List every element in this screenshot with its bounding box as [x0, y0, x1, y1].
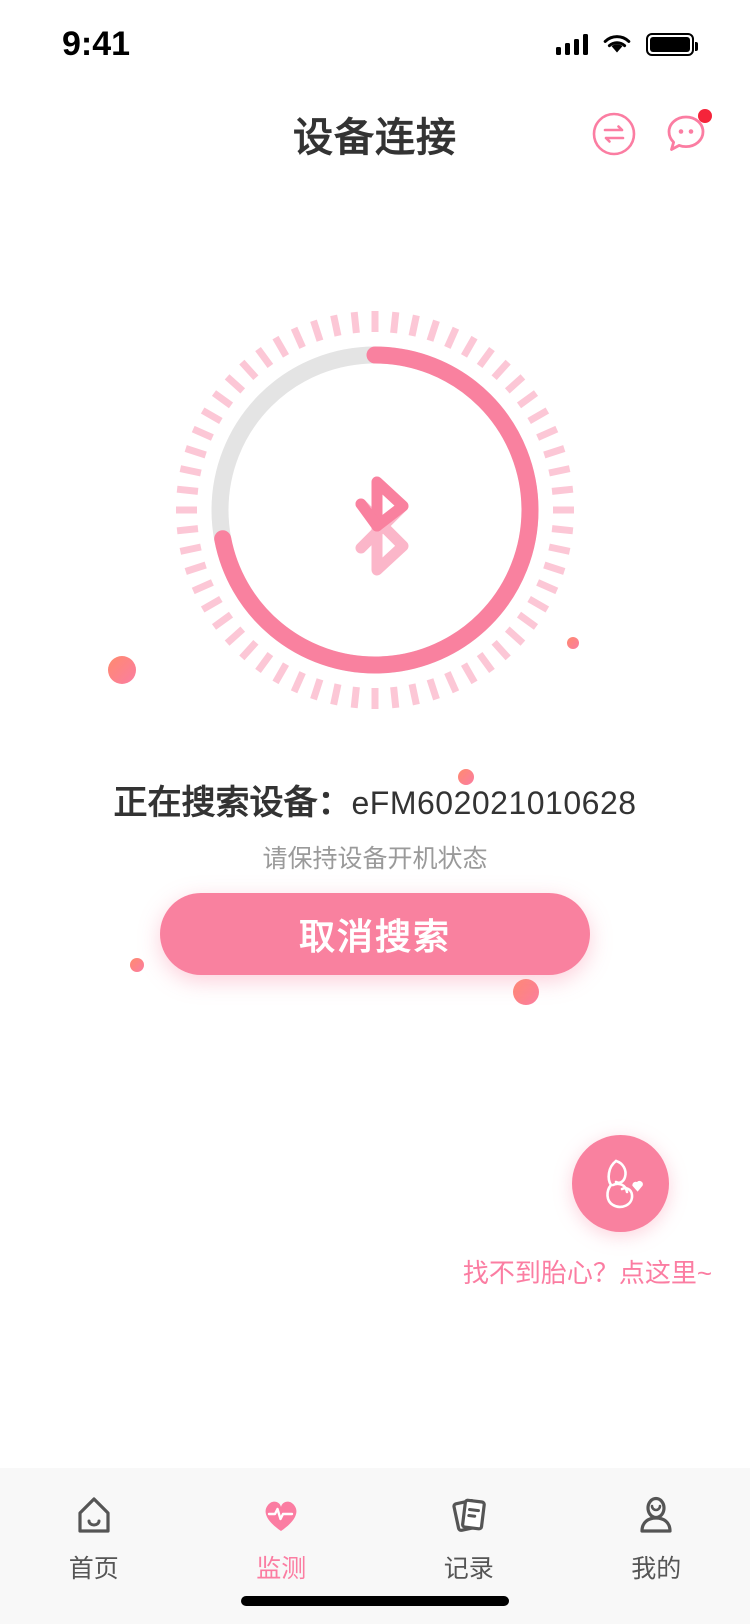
- decorative-dot: [513, 979, 539, 1005]
- person-icon: [634, 1492, 678, 1538]
- tab-monitor[interactable]: 监测: [188, 1492, 376, 1585]
- bluetooth-scan-area: [0, 290, 750, 1005]
- status-time: 9:41: [62, 24, 131, 63]
- decorative-dot: [108, 656, 136, 684]
- bluetooth-icon: [355, 476, 409, 576]
- cancel-search-button[interactable]: 取消搜索: [160, 893, 590, 975]
- navigation-bar: 设备连接: [0, 88, 750, 180]
- transfer-icon[interactable]: [590, 110, 638, 158]
- tab-profile[interactable]: 我的: [563, 1492, 750, 1585]
- cellular-signal-icon: [556, 33, 588, 55]
- searching-label: 正在搜索设备：: [113, 784, 352, 822]
- home-indicator: [241, 1596, 509, 1606]
- notification-badge: [698, 109, 712, 123]
- help-area: 找不到胎心？点这里~: [0, 1135, 750, 1315]
- status-indicators: [556, 32, 698, 56]
- page-title: 设备连接: [293, 116, 457, 160]
- tab-records[interactable]: 记录: [375, 1492, 563, 1585]
- device-serial: eFM602021010628: [351, 785, 637, 821]
- help-link-label[interactable]: 找不到胎心？点这里~: [463, 1253, 712, 1290]
- device-connection-screen: 9:41 设备连接 正在搜索设备：eFM602021010628 请保持设备开机…: [0, 0, 750, 1624]
- scan-progress-ring: [176, 311, 574, 709]
- tab-home[interactable]: 首页: [0, 1492, 188, 1585]
- wifi-icon: [603, 35, 631, 53]
- status-bar: 9:41: [0, 0, 750, 88]
- battery-icon: [646, 32, 698, 56]
- home-icon: [72, 1492, 116, 1538]
- header-actions: [590, 109, 712, 158]
- chat-bubble-icon[interactable]: [662, 109, 712, 158]
- heart-pulse-icon: [259, 1492, 303, 1538]
- tab-label: 监测: [256, 1555, 307, 1583]
- pregnant-mother-heart-icon[interactable]: [572, 1135, 669, 1232]
- decorative-dot: [130, 958, 144, 972]
- keep-device-on-hint: 请保持设备开机状态: [262, 845, 488, 873]
- searching-status: 正在搜索设备：eFM602021010628: [0, 775, 750, 824]
- tab-label: 我的: [631, 1555, 682, 1583]
- tab-label: 首页: [68, 1555, 119, 1583]
- tab-label: 记录: [443, 1555, 494, 1583]
- documents-icon: [447, 1492, 491, 1538]
